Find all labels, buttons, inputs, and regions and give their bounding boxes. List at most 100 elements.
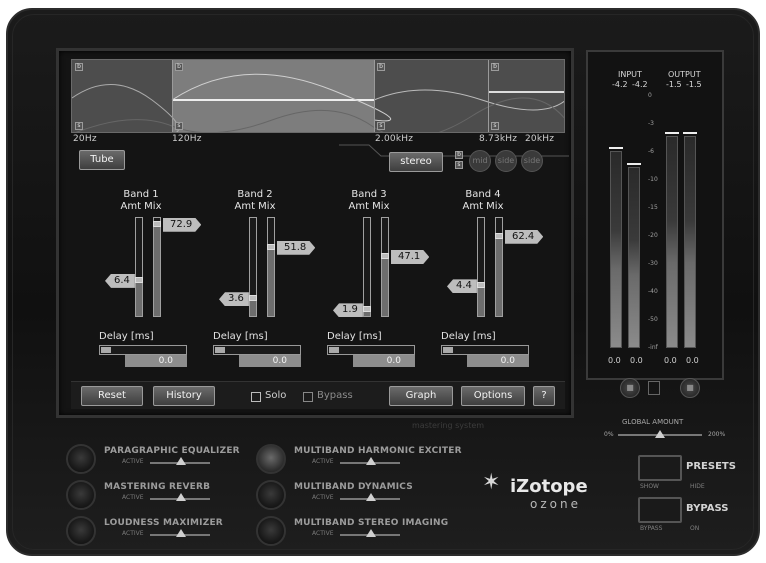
mix-slider[interactable]	[495, 217, 503, 317]
freq-label: 120Hz	[172, 134, 202, 144]
delay-value[interactable]: 0.0	[125, 355, 187, 367]
band-bypass-marker[interactable]: b	[175, 63, 183, 71]
module-toggle-button[interactable]	[66, 444, 96, 474]
module-toggle-button[interactable]	[256, 444, 286, 474]
delay-slider[interactable]	[99, 345, 187, 355]
mix-value[interactable]: 51.8	[277, 241, 315, 255]
module-name[interactable]: MULTIBAND STEREO IMAGING	[294, 518, 448, 528]
side-mode-button[interactable]: side	[495, 150, 517, 172]
amount-value[interactable]: 1.9	[333, 303, 363, 318]
mix-slider[interactable]	[381, 217, 389, 317]
delay-value[interactable]: 0.0	[353, 355, 415, 367]
output-peak-right: -1.5	[686, 80, 702, 89]
delay-slider[interactable]	[441, 345, 529, 355]
module-toggle-button[interactable]	[256, 480, 286, 510]
module-active-label: ACTIVE	[122, 494, 144, 501]
band-divider[interactable]	[374, 60, 375, 132]
module-toggle-button[interactable]	[66, 480, 96, 510]
band-solo-marker[interactable]: s	[377, 122, 385, 130]
band-bypass-marker[interactable]: b	[377, 63, 385, 71]
bypass-button[interactable]	[638, 497, 682, 523]
module-amount-knob[interactable]	[366, 457, 376, 465]
module-name[interactable]: MULTIBAND DYNAMICS	[294, 482, 413, 492]
presets-hide-label: HIDE	[690, 483, 705, 490]
global-amount-max: 200%	[708, 431, 726, 438]
band-subtitle: Amt Mix	[462, 201, 504, 212]
mix-value[interactable]: 72.9	[163, 218, 201, 232]
reset-button[interactable]: Reset	[81, 386, 143, 406]
band-title: Band 2	[237, 189, 273, 200]
amount-slider[interactable]	[363, 217, 371, 317]
module-amount-knob[interactable]	[176, 493, 186, 501]
stereo-button[interactable]: stereo	[389, 152, 443, 172]
amount-slider[interactable]	[135, 217, 143, 317]
amount-value[interactable]: 4.4	[447, 279, 477, 294]
band-bypass-marker[interactable]: b	[75, 63, 83, 71]
delay-label: Delay [ms]	[213, 331, 268, 342]
delay-slider[interactable]	[327, 345, 415, 355]
delay-value[interactable]: 0.0	[239, 355, 301, 367]
global-amount-knob[interactable]	[655, 430, 665, 438]
module-amount-knob[interactable]	[366, 493, 376, 501]
meter-link-icon[interactable]	[648, 381, 660, 395]
mix-value[interactable]: 47.1	[391, 250, 429, 264]
band-divider[interactable]	[488, 60, 489, 132]
module-toggle-button[interactable]	[256, 516, 286, 546]
delay-label: Delay [ms]	[99, 331, 154, 342]
module-active-label: ACTIVE	[312, 458, 334, 465]
meter-scale-tick: -6	[648, 148, 654, 155]
mix-slider[interactable]	[267, 217, 275, 317]
brand-strip: mastering system	[412, 421, 485, 430]
module-active-label: ACTIVE	[312, 530, 334, 537]
graph-button[interactable]: Graph	[389, 386, 453, 406]
bottom-toolbar: Reset History Solo Bypass Graph Options …	[71, 381, 565, 409]
meter-scale-tick: -50	[648, 316, 658, 323]
stereo-solo-marker[interactable]: s	[455, 161, 463, 169]
module-active-label: ACTIVE	[122, 458, 144, 465]
amount-slider[interactable]	[249, 217, 257, 317]
amount-value[interactable]: 6.4	[105, 273, 135, 288]
band-divider[interactable]	[172, 60, 173, 132]
stereo-bypass-marker[interactable]: b	[455, 151, 463, 159]
output-link-button[interactable]: ■	[680, 378, 700, 398]
module-name[interactable]: PARAGRAPHIC EQUALIZER	[104, 446, 240, 456]
module-toggle-button[interactable]	[66, 516, 96, 546]
module-name[interactable]: LOUDNESS MAXIMIZER	[104, 518, 223, 528]
module-active-label: ACTIVE	[122, 530, 144, 537]
history-button[interactable]: History	[153, 386, 215, 406]
band-solo-marker[interactable]: s	[491, 122, 499, 130]
band-bypass-marker[interactable]: b	[491, 63, 499, 71]
spectrum-view[interactable]: b s b s b s b s	[71, 59, 565, 133]
bypass-checkbox[interactable]	[303, 392, 313, 402]
module-name[interactable]: MULTIBAND HARMONIC EXCITER	[294, 446, 462, 456]
tube-button[interactable]: Tube	[79, 150, 125, 170]
module-amount-knob[interactable]	[176, 457, 186, 465]
band-solo-marker[interactable]: s	[75, 122, 83, 130]
presets-button[interactable]	[638, 455, 682, 481]
solo-checkbox[interactable]	[251, 392, 261, 402]
bypass-state-label: BYPASS	[640, 525, 663, 532]
input-link-button[interactable]: ■	[620, 378, 640, 398]
mid-mode-button[interactable]: mid	[469, 150, 491, 172]
options-button[interactable]: Options	[461, 386, 525, 406]
mix-value[interactable]: 62.4	[505, 230, 543, 244]
amount-value[interactable]: 3.6	[219, 292, 249, 307]
delay-slider[interactable]	[213, 345, 301, 355]
module-amount-knob[interactable]	[366, 529, 376, 537]
peak-hold-line	[665, 132, 679, 135]
help-button[interactable]: ?	[533, 386, 555, 406]
mix-slider[interactable]	[153, 217, 161, 317]
module-amount-knob[interactable]	[176, 529, 186, 537]
meter-scale-tick: -15	[648, 204, 658, 211]
module-name[interactable]: MASTERING REVERB	[104, 482, 210, 492]
side-mode-button[interactable]: side	[521, 150, 543, 172]
meter-scale-tick: 0	[648, 92, 652, 99]
delay-value[interactable]: 0.0	[467, 355, 529, 367]
input-meter-bar	[610, 151, 622, 348]
band-solo-marker[interactable]: s	[175, 122, 183, 130]
presets-show-label: SHOW	[640, 483, 659, 490]
meter-scale-tick: -30	[648, 260, 658, 267]
solo-label: Solo	[265, 390, 287, 401]
amount-slider[interactable]	[477, 217, 485, 317]
freq-label: 20kHz	[525, 134, 555, 144]
